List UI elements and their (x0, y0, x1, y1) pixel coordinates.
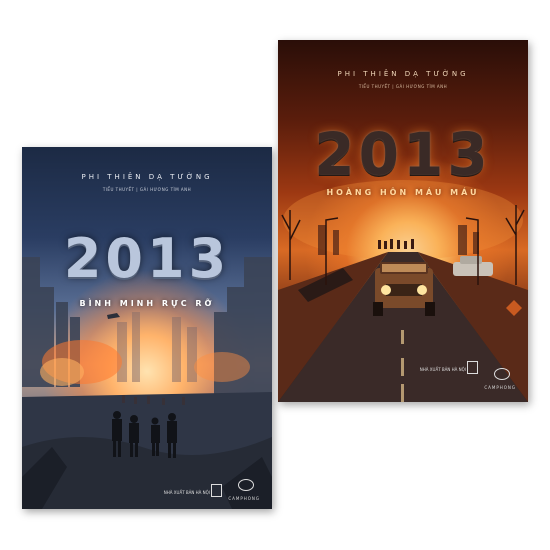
publisher-logo (211, 484, 222, 497)
camphong-logo-icon (238, 479, 254, 491)
book-cover-binh-minh-ruc-ro: PHI THIÊN DẠ TƯỜNG TIỂU THUYẾT | GÁI HƯƠ… (22, 147, 272, 509)
brand-label: CAMPHONG (484, 385, 516, 390)
camphong-logo-icon (494, 368, 510, 380)
book-subtitle: HOÀNG HÔN MÁU MÁU (326, 188, 480, 197)
city-dawn-illustration (22, 257, 272, 509)
book-cover-hoang-hon-mau-mau: PHI THIÊN DẠ TƯỜNG TIỂU THUYẾT | GÁI HƯƠ… (278, 40, 528, 402)
tagline: TIỂU THUYẾT | GÁI HƯƠNG TÌM ANH (358, 84, 448, 89)
publisher-label: NHÀ XUẤT BẢN HÀ NỘI (419, 367, 466, 372)
jeep-icon (373, 262, 435, 316)
tagline: TIỂU THUYẾT | GÁI HƯƠNG TÌM ANH (102, 187, 192, 192)
sunset-road-illustration (278, 180, 528, 402)
author-name: PHI THIÊN DẠ TƯỜNG (337, 70, 469, 78)
publisher-logo (467, 361, 478, 374)
brand-label: CAMPHONG (228, 496, 260, 501)
book-title: 2013 (314, 120, 492, 188)
book-title: 2013 (63, 227, 231, 290)
author-name: PHI THIÊN DẠ TƯỜNG (81, 173, 213, 181)
publisher-label: NHÀ XUẤT BẢN HÀ NỘI (163, 490, 210, 495)
book-subtitle: BÌNH MINH RỰC RỠ (79, 299, 215, 308)
